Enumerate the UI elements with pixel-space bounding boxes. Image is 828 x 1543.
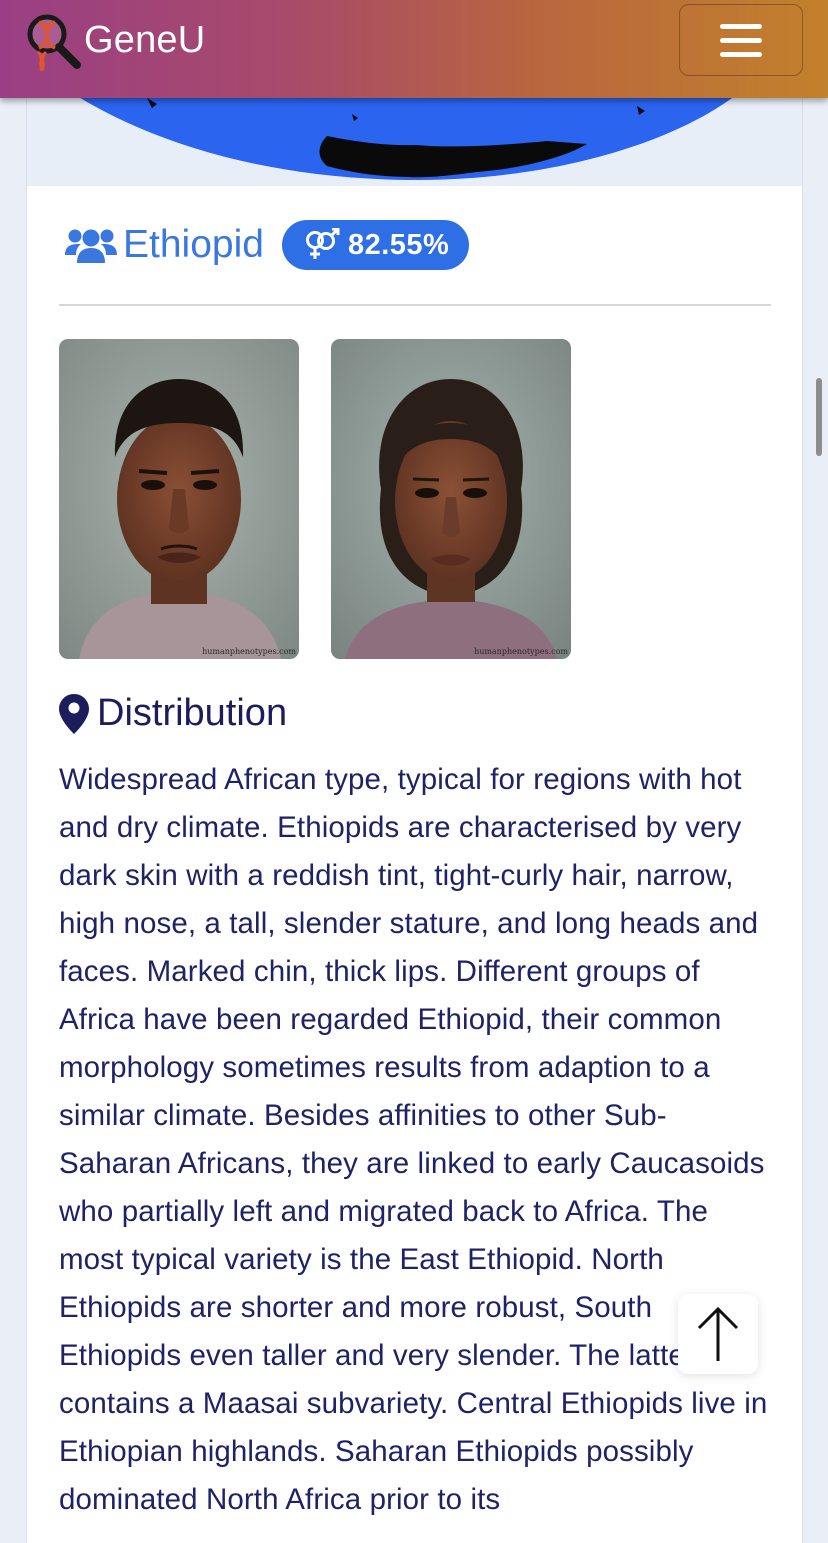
photo-credit: humanphenotypes.com (474, 647, 568, 656)
users-icon (65, 229, 117, 263)
brand-link[interactable]: GeneU (22, 8, 205, 72)
divider (59, 304, 771, 306)
photo-credit: humanphenotypes.com (202, 647, 296, 656)
navbar: GeneU (0, 0, 828, 98)
hamburger-icon (720, 23, 762, 29)
female-phenotype-photo: humanphenotypes.com (331, 339, 571, 659)
distribution-text: Widespread African type, typical for reg… (59, 763, 768, 1516)
distribution-heading: Distribution (59, 692, 287, 735)
match-percentage: 82.55% (347, 228, 450, 261)
male-face-image (59, 339, 299, 659)
match-percentage-badge: 82.55% (281, 220, 470, 270)
scrollbar-thumb[interactable] (816, 378, 822, 456)
arrow-up-icon (697, 1306, 739, 1361)
gender-icon (305, 228, 340, 259)
phenotype-name: Ethiopid (123, 223, 264, 266)
result-heading: Ethiopid 82.55% (65, 220, 470, 270)
brand-name: GeneU (84, 18, 206, 61)
male-phenotype-photo: humanphenotypes.com (59, 339, 299, 659)
map-marker-icon (59, 693, 89, 734)
menu-toggle-button[interactable] (679, 4, 803, 76)
globe-map (77, 96, 735, 180)
magnifier-dna-icon (27, 14, 81, 72)
distribution-title: Distribution (97, 692, 288, 734)
distribution-map (27, 96, 802, 186)
female-face-image (331, 339, 571, 659)
scroll-to-top-button[interactable] (678, 1294, 758, 1374)
